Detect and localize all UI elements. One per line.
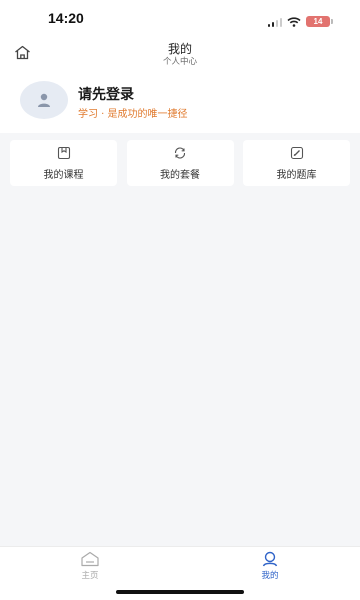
page-subtitle: 个人中心 [162,57,197,67]
user-icon [38,93,50,107]
bookmark-icon [57,146,71,160]
tab-home[interactable]: 主页 [60,551,120,583]
tab-label-mine: 我的 [261,571,279,581]
slogan-text: 学习 · 是成功的唯一捷径 [78,109,188,120]
login-prompt[interactable]: 请先登录 [78,84,134,104]
battery-icon: 14 [306,16,333,27]
my-courses-card[interactable]: 我的课程 [10,140,117,186]
edit-icon [290,146,304,160]
status-bar: 14:20 14 [0,0,360,36]
signal-icon [267,17,282,27]
tab-mine[interactable]: 我的 [240,551,300,583]
profile-icon [262,551,278,567]
status-time: 14:20 [48,10,84,26]
header: 我的 个人中心 [0,36,360,70]
tab-label-home: 主页 [81,571,99,581]
wifi-icon [287,12,301,31]
shortcut-cards: 我的课程 我的套餐 我的题库 [10,140,350,186]
refresh-icon [173,146,187,160]
status-icons: 14 [267,12,333,31]
profile-section[interactable]: 请先登录 学习 · 是成功的唯一捷径 [0,70,360,133]
my-packages-card[interactable]: 我的套餐 [126,140,234,186]
card-label-packages: 我的套餐 [160,169,200,181]
home-indicator[interactable] [116,590,244,594]
home-icon [81,551,99,567]
avatar[interactable] [20,81,68,119]
my-question-bank-card[interactable]: 我的题库 [243,140,350,186]
card-label-courses: 我的课程 [43,169,84,181]
card-label-question-bank: 我的题库 [276,169,317,181]
